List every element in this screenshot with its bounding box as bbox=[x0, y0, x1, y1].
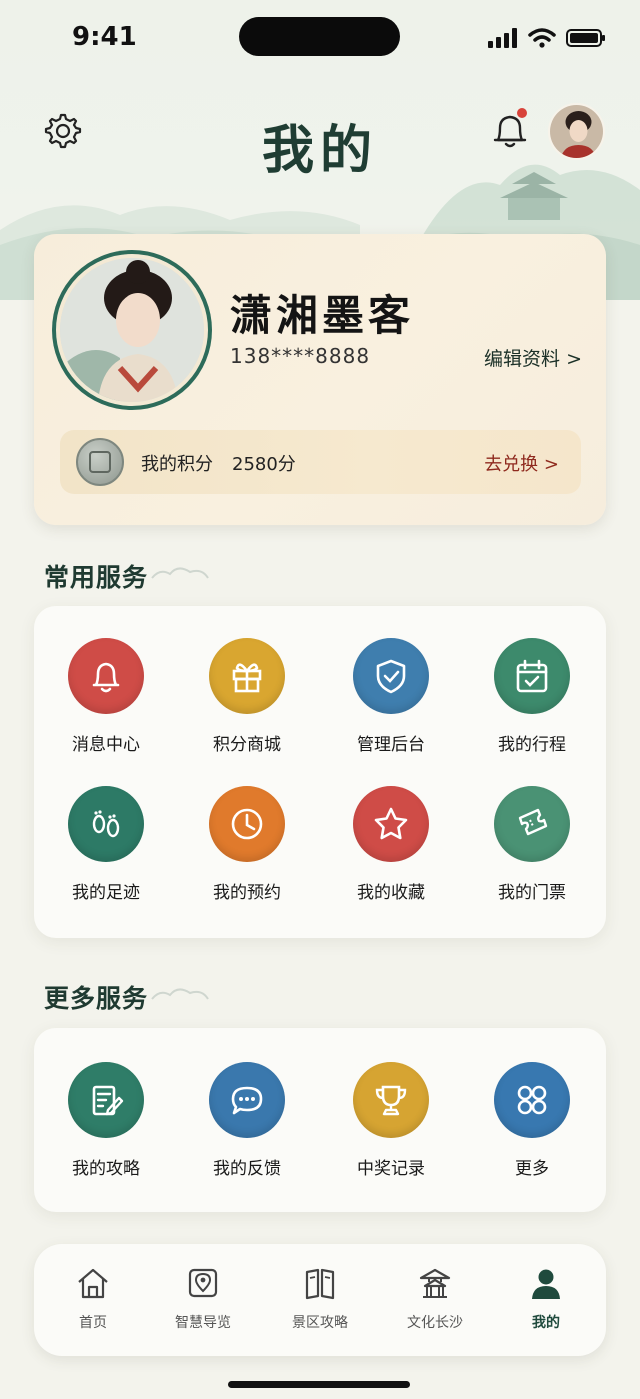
tab-label: 我的 bbox=[532, 1315, 560, 1331]
tab-smart-guide[interactable]: 智慧导览 bbox=[148, 1266, 258, 1332]
footprints-icon bbox=[68, 786, 144, 862]
status-bar: 9:41 bbox=[0, 0, 640, 80]
pavilion-icon bbox=[419, 1268, 451, 1298]
points-label: 我的积分 bbox=[141, 454, 213, 475]
trophy-icon bbox=[353, 1062, 429, 1138]
service-label: 我的行程 bbox=[498, 735, 566, 755]
tab-label: 文化长沙 bbox=[407, 1315, 463, 1331]
status-icons bbox=[488, 28, 606, 48]
service-my-reservation[interactable]: 我的预约 bbox=[182, 786, 312, 903]
service-points-mall[interactable]: 积分商城 bbox=[182, 638, 312, 755]
tab-label: 景区攻略 bbox=[292, 1315, 348, 1331]
service-label: 管理后台 bbox=[357, 735, 425, 755]
book-icon bbox=[305, 1268, 335, 1300]
gift-icon bbox=[209, 638, 285, 714]
tab-label: 智慧导览 bbox=[175, 1315, 231, 1331]
cloud-ornament-icon bbox=[151, 567, 209, 579]
avatar-image bbox=[60, 258, 204, 402]
battery-icon bbox=[566, 29, 605, 47]
bell-icon bbox=[68, 638, 144, 714]
home-icon bbox=[78, 1268, 108, 1299]
edit-profile-link[interactable]: 编辑资料 > bbox=[484, 344, 582, 371]
service-label: 我的收藏 bbox=[357, 883, 425, 903]
points-bar: 我的积分 2580分 去兑换 > bbox=[60, 430, 581, 494]
notification-badge bbox=[517, 108, 527, 118]
service-more[interactable]: 更多 bbox=[467, 1062, 597, 1179]
bottom-tab-bar: 首页 智慧导览 景区攻略 文化长沙 我的 bbox=[34, 1244, 606, 1356]
map-pin-icon bbox=[188, 1268, 218, 1298]
service-my-footprints[interactable]: 我的足迹 bbox=[41, 786, 171, 903]
grid-icon bbox=[494, 1062, 570, 1138]
page-title: 我的 bbox=[261, 120, 378, 181]
section-title-more-services: 更多服务 bbox=[44, 984, 149, 1013]
signal-icon bbox=[488, 28, 517, 48]
profile-avatar[interactable] bbox=[56, 254, 208, 406]
service-prize-records[interactable]: 中奖记录 bbox=[326, 1062, 456, 1179]
profile-card: 潇湘墨客 138****8888 编辑资料 > 我的积分 2580分 去兑换 > bbox=[34, 234, 606, 525]
header-avatar[interactable] bbox=[548, 103, 605, 160]
ticket-icon bbox=[494, 786, 570, 862]
service-admin-panel[interactable]: 管理后台 bbox=[326, 638, 456, 755]
clock-icon bbox=[209, 786, 285, 862]
cloud-ornament-icon bbox=[151, 988, 209, 1000]
service-my-tickets[interactable]: 我的门票 bbox=[467, 786, 597, 903]
service-label: 积分商城 bbox=[213, 735, 281, 755]
service-label: 我的门票 bbox=[498, 883, 566, 903]
tab-culture-changsha[interactable]: 文化长沙 bbox=[380, 1266, 490, 1332]
status-time: 9:41 bbox=[72, 22, 137, 52]
common-services-card: 消息中心 积分商城 管理后台 我的行程 我的足迹 我的预约 我的收藏 我的门票 bbox=[34, 606, 606, 938]
exchange-link[interactable]: 去兑换 > bbox=[484, 450, 559, 476]
tab-label: 首页 bbox=[79, 1315, 107, 1331]
user-nickname: 潇湘墨客 bbox=[230, 291, 415, 340]
service-message-center[interactable]: 消息中心 bbox=[41, 638, 171, 755]
service-my-favorites[interactable]: 我的收藏 bbox=[326, 786, 456, 903]
home-indicator bbox=[228, 1381, 410, 1388]
tab-scenic-guide[interactable]: 景区攻略 bbox=[265, 1266, 375, 1332]
service-label: 消息中心 bbox=[72, 735, 140, 755]
service-label: 中奖记录 bbox=[357, 1159, 425, 1179]
calendar-check-icon bbox=[494, 638, 570, 714]
chat-bubble-icon bbox=[209, 1062, 285, 1138]
note-edit-icon bbox=[68, 1062, 144, 1138]
user-phone: 138****8888 bbox=[230, 344, 371, 368]
coin-icon bbox=[76, 438, 124, 486]
service-label: 我的预约 bbox=[213, 883, 281, 903]
section-title-common-services: 常用服务 bbox=[44, 563, 149, 592]
wifi-icon bbox=[528, 28, 556, 48]
service-my-guides[interactable]: 我的攻略 bbox=[41, 1062, 171, 1179]
shield-check-icon bbox=[353, 638, 429, 714]
dynamic-island bbox=[239, 17, 400, 56]
points-value: 2580分 bbox=[232, 454, 296, 475]
service-label: 更多 bbox=[515, 1159, 549, 1179]
user-icon bbox=[532, 1269, 560, 1299]
more-services-card: 我的攻略 我的反馈 中奖记录 更多 bbox=[34, 1028, 606, 1212]
service-label: 我的攻略 bbox=[72, 1159, 140, 1179]
service-my-itinerary[interactable]: 我的行程 bbox=[467, 638, 597, 755]
tab-mine[interactable]: 我的 bbox=[491, 1266, 601, 1332]
service-label: 我的足迹 bbox=[72, 883, 140, 903]
star-icon bbox=[353, 786, 429, 862]
tab-home[interactable]: 首页 bbox=[38, 1266, 148, 1332]
service-label: 我的反馈 bbox=[213, 1159, 281, 1179]
service-my-feedback[interactable]: 我的反馈 bbox=[182, 1062, 312, 1179]
